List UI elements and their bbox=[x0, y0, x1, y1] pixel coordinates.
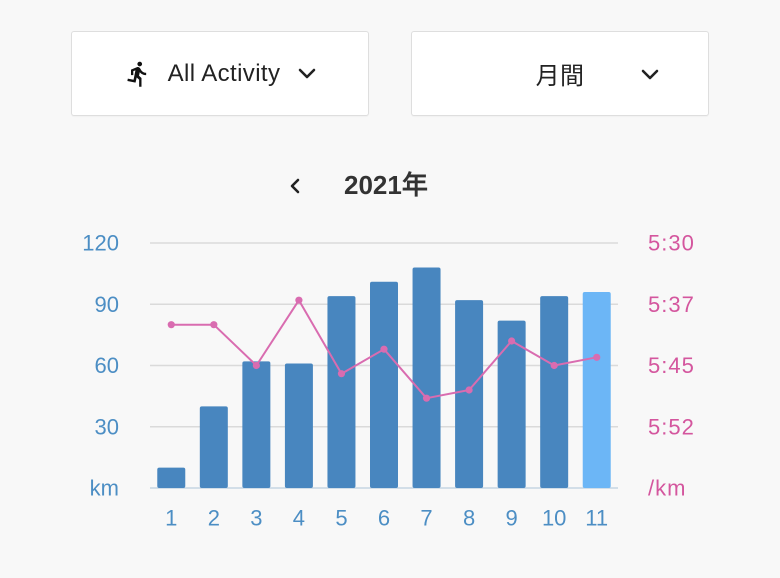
bar-month-4[interactable] bbox=[284, 363, 313, 488]
pace-point-month-8 bbox=[465, 386, 473, 394]
pace-point-month-3 bbox=[252, 361, 260, 370]
activity-filter-label: All Activity bbox=[167, 59, 281, 87]
pace-point-month-6 bbox=[380, 345, 388, 353]
right-axis-tick-label: 5:30 bbox=[648, 231, 695, 256]
x-axis-tick-label: 11 bbox=[585, 506, 608, 531]
pace-point-month-1 bbox=[167, 321, 175, 329]
right-axis-tick-label: 5:45 bbox=[648, 353, 695, 378]
bar-month-8[interactable] bbox=[455, 300, 484, 488]
bar-month-11[interactable] bbox=[582, 292, 611, 488]
period-filter-dropdown[interactable]: 月間 bbox=[411, 31, 709, 116]
chevron-down-icon bbox=[641, 69, 659, 80]
right-axis-tick-label: 5:37 bbox=[648, 292, 695, 317]
x-axis-tick-label: 8 bbox=[463, 506, 475, 531]
bar-month-6[interactable] bbox=[370, 281, 398, 488]
pace-point-month-5 bbox=[337, 370, 346, 378]
left-axis-tick-label: 90 bbox=[95, 292, 119, 317]
bar-month-10[interactable] bbox=[540, 296, 569, 488]
x-axis-tick-label: 2 bbox=[208, 506, 220, 531]
left-axis-tick-label: 30 bbox=[95, 414, 119, 439]
bar-month-1[interactable] bbox=[157, 467, 186, 488]
bar-month-2[interactable] bbox=[199, 406, 228, 488]
previous-year-button[interactable] bbox=[285, 174, 305, 198]
x-axis-tick-label: 6 bbox=[378, 506, 390, 531]
x-axis-tick-label: 10 bbox=[542, 506, 566, 531]
x-axis-tick-label: 3 bbox=[250, 506, 262, 531]
bar-month-5[interactable] bbox=[327, 296, 356, 488]
pace-point-month-7 bbox=[422, 394, 431, 402]
distance-pace-chart: 120906030km5:305:375:455:52/km1 2 3 4 5 6 7 8 9 1… bbox=[82, 231, 695, 531]
pace-point-month-4 bbox=[295, 296, 303, 304]
x-axis-tick-label: 7 bbox=[420, 506, 432, 531]
period-filter-label: 月間 bbox=[535, 63, 585, 90]
right-axis-tick-label: 5:52 bbox=[648, 414, 695, 439]
pace-point-month-2 bbox=[210, 321, 218, 329]
bar-month-7[interactable] bbox=[412, 267, 441, 489]
left-axis-tick-label: 60 bbox=[95, 353, 119, 378]
year-title: 2021年 bbox=[344, 170, 428, 200]
chevron-down-icon bbox=[298, 68, 316, 79]
chevron-left-icon bbox=[289, 178, 301, 194]
pace-point-month-10 bbox=[550, 361, 558, 370]
pace-point-month-9 bbox=[508, 337, 516, 345]
left-axis-unit-label: km bbox=[90, 476, 119, 501]
x-axis-tick-label: 1 bbox=[165, 506, 177, 531]
x-axis-tick-label: 5 bbox=[335, 506, 347, 531]
x-axis-tick-label: 4 bbox=[293, 506, 305, 531]
bar-month-3[interactable] bbox=[242, 361, 271, 488]
left-axis-tick-label: 120 bbox=[82, 231, 119, 256]
running-person-icon bbox=[124, 60, 152, 88]
x-axis-tick-label: 9 bbox=[506, 506, 518, 531]
activity-filter-dropdown[interactable]: All Activity bbox=[71, 31, 369, 116]
right-axis-unit-label: /km bbox=[648, 476, 686, 501]
pace-point-month-11 bbox=[593, 353, 601, 361]
